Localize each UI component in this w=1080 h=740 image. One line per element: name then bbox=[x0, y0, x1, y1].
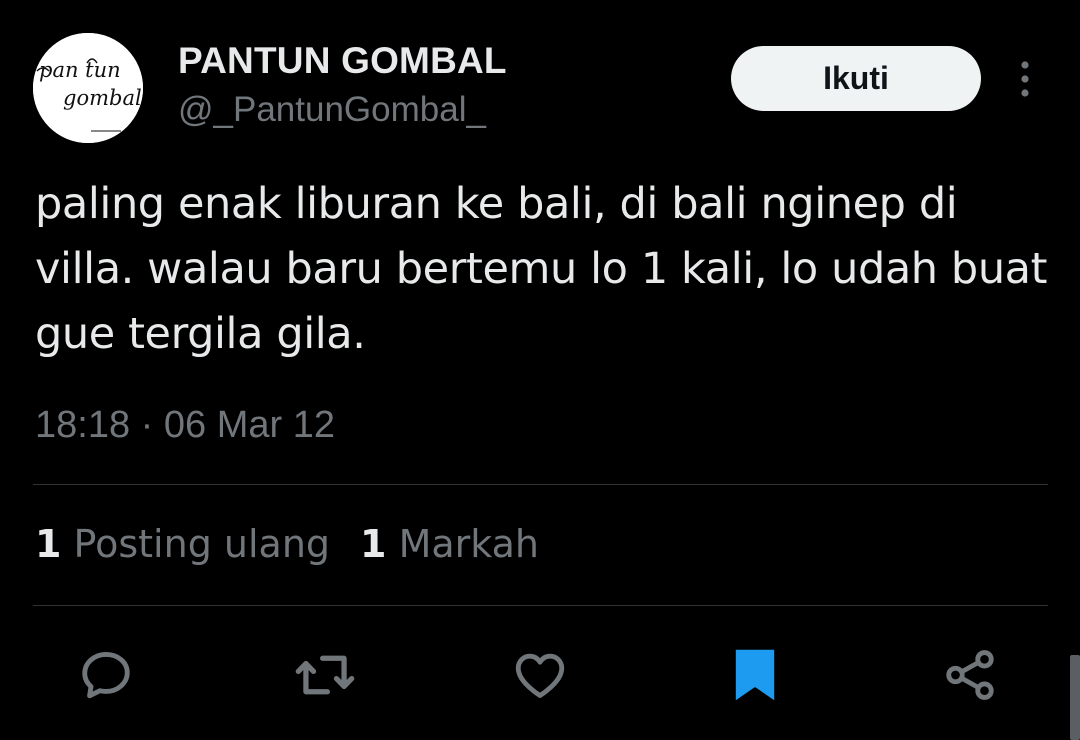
more-options-button[interactable] bbox=[1006, 56, 1044, 102]
avatar-logo: pan tun gombal bbox=[33, 33, 143, 143]
avatar[interactable]: pan tun gombal bbox=[33, 33, 143, 143]
bookmark-icon bbox=[735, 649, 775, 701]
more-vertical-icon bbox=[1021, 61, 1029, 97]
tweet-actions-bar bbox=[0, 640, 1080, 710]
reposts-count: 1 bbox=[35, 522, 62, 566]
heart-icon bbox=[515, 653, 565, 698]
tweet-text: paling enak liburan ke bali, di bali ngi… bbox=[35, 179, 1048, 359]
reply-icon bbox=[82, 652, 130, 699]
retweet-button[interactable] bbox=[290, 640, 360, 710]
author-display-name[interactable]: PANTUN GOMBAL bbox=[178, 40, 507, 82]
svg-text:gombal: gombal bbox=[63, 86, 142, 110]
bookmarks-stat[interactable]: 1 Markah bbox=[360, 522, 539, 566]
reposts-stat[interactable]: 1 Posting ulang bbox=[35, 522, 330, 566]
divider bbox=[33, 605, 1048, 606]
share-button[interactable] bbox=[935, 640, 1005, 710]
author-handle[interactable]: @_PantunGombal_ bbox=[178, 90, 486, 130]
bookmarks-count: 1 bbox=[360, 522, 387, 566]
bookmark-button[interactable] bbox=[720, 640, 790, 710]
reposts-label: Posting ulang bbox=[73, 522, 331, 566]
divider bbox=[33, 484, 1048, 485]
follow-button[interactable]: Ikuti bbox=[731, 46, 981, 111]
share-icon bbox=[946, 650, 994, 700]
tweet-stats: 1 Posting ulang 1 Markah bbox=[35, 522, 569, 566]
tweet-timestamp[interactable]: 18:18 · 06 Mar 12 bbox=[35, 404, 335, 447]
bookmarks-label: Markah bbox=[398, 522, 539, 566]
tweet-card: pan tun gombal PANTUN GOMBAL @_PantunGom… bbox=[0, 0, 1080, 740]
like-button[interactable] bbox=[505, 640, 575, 710]
reply-button[interactable] bbox=[71, 640, 141, 710]
scrollbar[interactable] bbox=[1070, 655, 1080, 740]
svg-text:pan tun: pan tun bbox=[39, 58, 121, 82]
retweet-icon bbox=[295, 655, 355, 695]
